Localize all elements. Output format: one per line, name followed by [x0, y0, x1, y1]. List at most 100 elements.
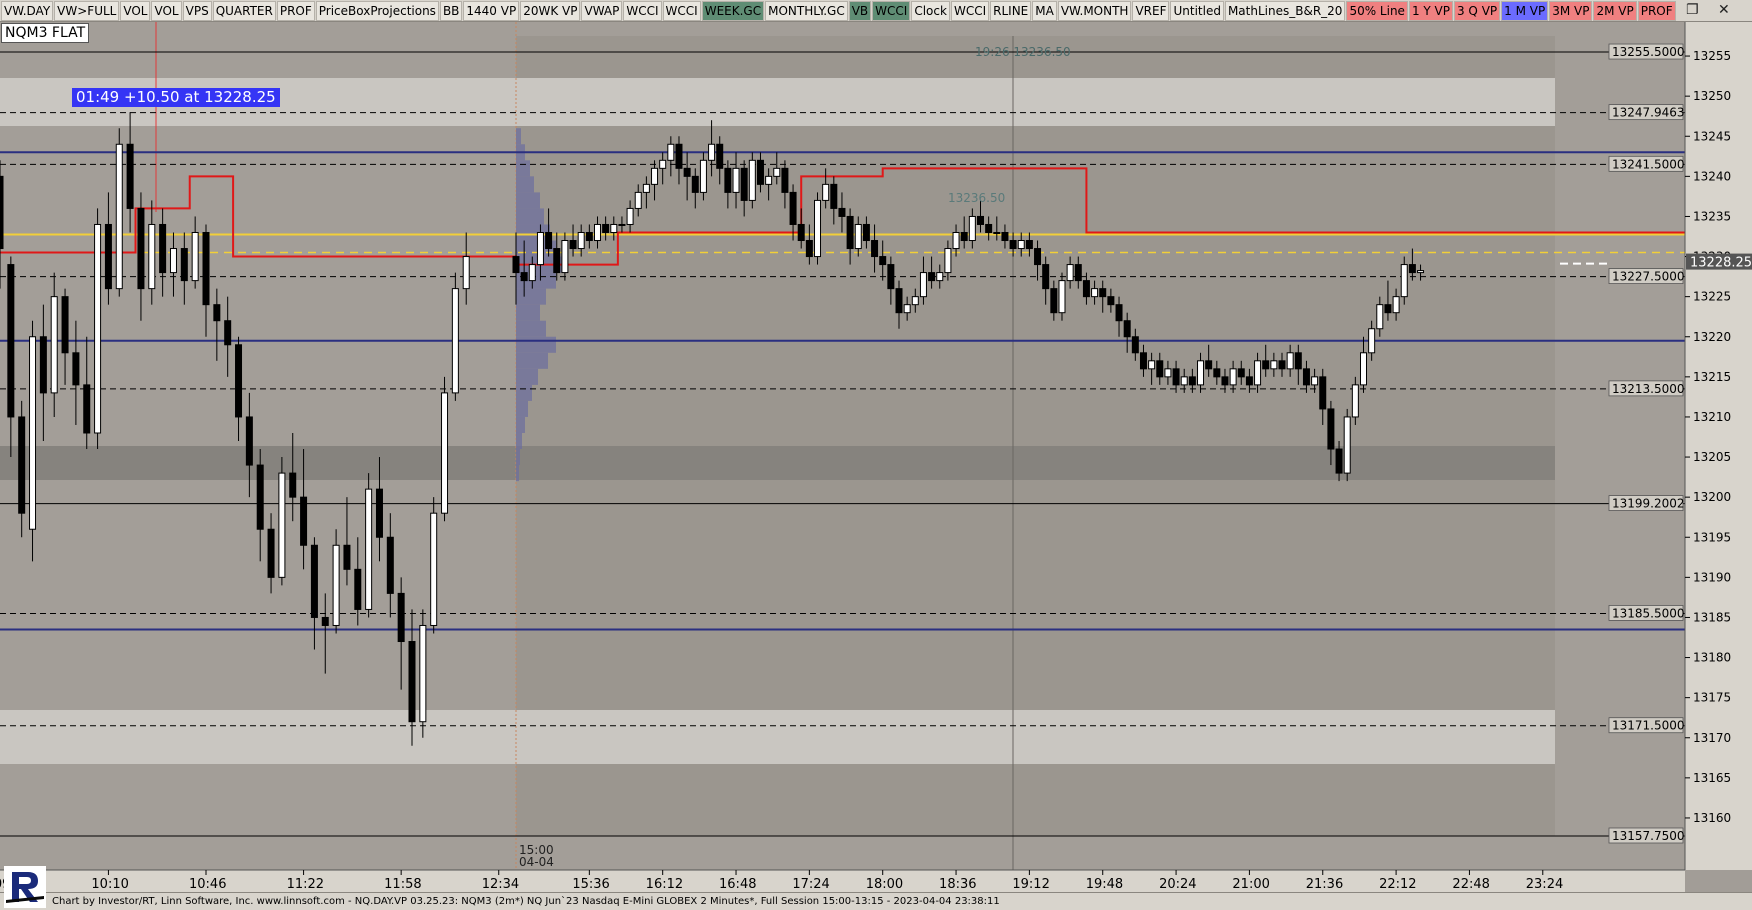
x-tick-label: 21:00: [1232, 877, 1269, 892]
toolbar-button[interactable]: PriceBoxProjections: [315, 0, 439, 21]
candle-body: [887, 264, 895, 290]
toolbar-button[interactable]: VOL: [120, 0, 151, 21]
y-tick-label: 13220: [1693, 330, 1731, 344]
toolbar-button[interactable]: VW>FULL: [54, 0, 120, 21]
candle-body: [332, 544, 340, 626]
candle-body: [137, 207, 145, 290]
candle-body: [300, 496, 308, 546]
toolbar-button[interactable]: WCCI: [872, 0, 911, 21]
candle-body: [375, 488, 383, 538]
toolbar-button[interactable]: MA: [1032, 0, 1057, 21]
toolbar-button[interactable]: 1 Y VP: [1408, 0, 1453, 21]
candle-body: [1294, 352, 1302, 370]
candle-body: [512, 256, 520, 274]
toolbar-button[interactable]: VB: [848, 0, 872, 21]
hover-price-label: 13236.50: [948, 191, 1005, 205]
toolbar-button[interactable]: WCCI: [662, 0, 701, 21]
y-tick-label: 13240: [1693, 169, 1731, 183]
toolbar-button[interactable]: 20WK VP: [520, 0, 581, 21]
close-icon[interactable]: ✕: [1718, 2, 1730, 18]
toolbar-button[interactable]: MONTHLY.GC: [765, 0, 848, 21]
candle-body: [1172, 368, 1180, 386]
candle-body: [72, 352, 80, 386]
x-tick-label: 20:24: [1159, 877, 1196, 892]
toolbar-button[interactable]: WEEK.GC: [701, 0, 765, 21]
candle-body: [520, 272, 528, 282]
candle-body: [1139, 352, 1147, 370]
candle-body: [871, 240, 879, 258]
candle-body: [593, 223, 601, 242]
candle-body: [397, 592, 405, 643]
y-tick-label: 13250: [1693, 89, 1731, 103]
candle-body: [1400, 264, 1408, 298]
candle-body: [854, 223, 862, 250]
candle-body: [419, 624, 427, 723]
candle-body: [569, 240, 577, 250]
candle-body: [952, 231, 960, 250]
x-tick-label: 11:22: [287, 877, 324, 892]
toolbar-button[interactable]: MathLines_B&R_20: [1224, 0, 1346, 21]
toolbar-button[interactable]: 2M VP: [1593, 0, 1637, 21]
candle-body: [789, 191, 797, 225]
candle-body: [267, 528, 275, 578]
x-tick-label: 18:36: [939, 877, 976, 892]
y-tick-label: 13245: [1693, 129, 1731, 143]
toolbar-button[interactable]: VWAP: [581, 0, 623, 21]
x-tick-label: 16:48: [719, 877, 756, 892]
candle-body: [1001, 231, 1009, 242]
x-tick-label: 11:58: [384, 877, 421, 892]
candle-body: [343, 544, 351, 570]
toolbar-button[interactable]: WCCI: [950, 0, 990, 21]
toolbar-button[interactable]: BB: [439, 0, 463, 21]
candle-body: [846, 215, 854, 250]
volume-profile-bar: [516, 208, 544, 225]
candle-body: [1311, 376, 1319, 386]
price-chart[interactable]: 19:26 13236.50 13236.50 13255 13250 13245 132…: [0, 22, 1752, 892]
value-area-lower-band: [0, 710, 1555, 764]
session-start-date-label: 04-04: [519, 855, 554, 869]
candle-body: [1368, 328, 1376, 354]
x-tick-label: 15:36: [572, 877, 609, 892]
level-label: 13199.2002: [1612, 497, 1685, 511]
volume-profile-bar: [516, 368, 538, 385]
toolbar-button[interactable]: VW.MONTH: [1057, 0, 1132, 21]
toolbar-button[interactable]: PROF: [1637, 0, 1676, 21]
toolbar-button[interactable]: Untitled: [1170, 0, 1224, 21]
candle-body: [536, 231, 544, 266]
toolbar-button[interactable]: VOL: [151, 0, 182, 21]
candle-body: [928, 272, 936, 282]
candle-body: [7, 264, 15, 418]
candle-body: [585, 231, 593, 242]
candle-body: [1359, 352, 1367, 386]
candle-body: [1115, 304, 1123, 322]
toolbar-button[interactable]: RLINE: [990, 0, 1032, 21]
level-label: 13185.5000: [1612, 606, 1685, 620]
toolbar-button[interactable]: PROF: [276, 0, 315, 21]
toolbar-button[interactable]: Clock: [911, 0, 950, 21]
y-tick-label: 13225: [1693, 290, 1731, 304]
toolbar-button[interactable]: WCCI: [623, 0, 662, 21]
x-tick-label: 16:12: [646, 877, 683, 892]
level-label: 13157.7500: [1612, 829, 1685, 843]
candle-body: [29, 336, 37, 530]
candle-body: [235, 344, 243, 418]
toolbar-button[interactable]: VPS: [182, 0, 212, 21]
candle-body: [256, 464, 264, 530]
candle-body: [724, 167, 732, 193]
restore-window-icon[interactable]: ❐: [1686, 2, 1699, 18]
toolbar-button[interactable]: QUARTER: [212, 0, 276, 21]
toolbar-button[interactable]: 1 M VP: [1501, 0, 1549, 21]
toolbar-button[interactable]: 3 Q VP: [1453, 0, 1501, 21]
level-label: 13241.5000: [1612, 157, 1685, 171]
candle-body: [278, 472, 286, 578]
candle-body: [691, 175, 699, 193]
toolbar-button[interactable]: VREF: [1132, 0, 1170, 21]
toolbar-button[interactable]: 1440 VP: [463, 0, 520, 21]
toolbar-button[interactable]: VW.DAY: [1, 0, 54, 21]
candle-body: [1180, 376, 1188, 386]
candle-body: [553, 248, 561, 274]
toolbar-button[interactable]: 50% Line: [1346, 0, 1408, 21]
candle-body: [976, 215, 984, 225]
toolbar-button[interactable]: 3M VP: [1549, 0, 1593, 21]
x-tick-label: 10:10: [91, 877, 128, 892]
